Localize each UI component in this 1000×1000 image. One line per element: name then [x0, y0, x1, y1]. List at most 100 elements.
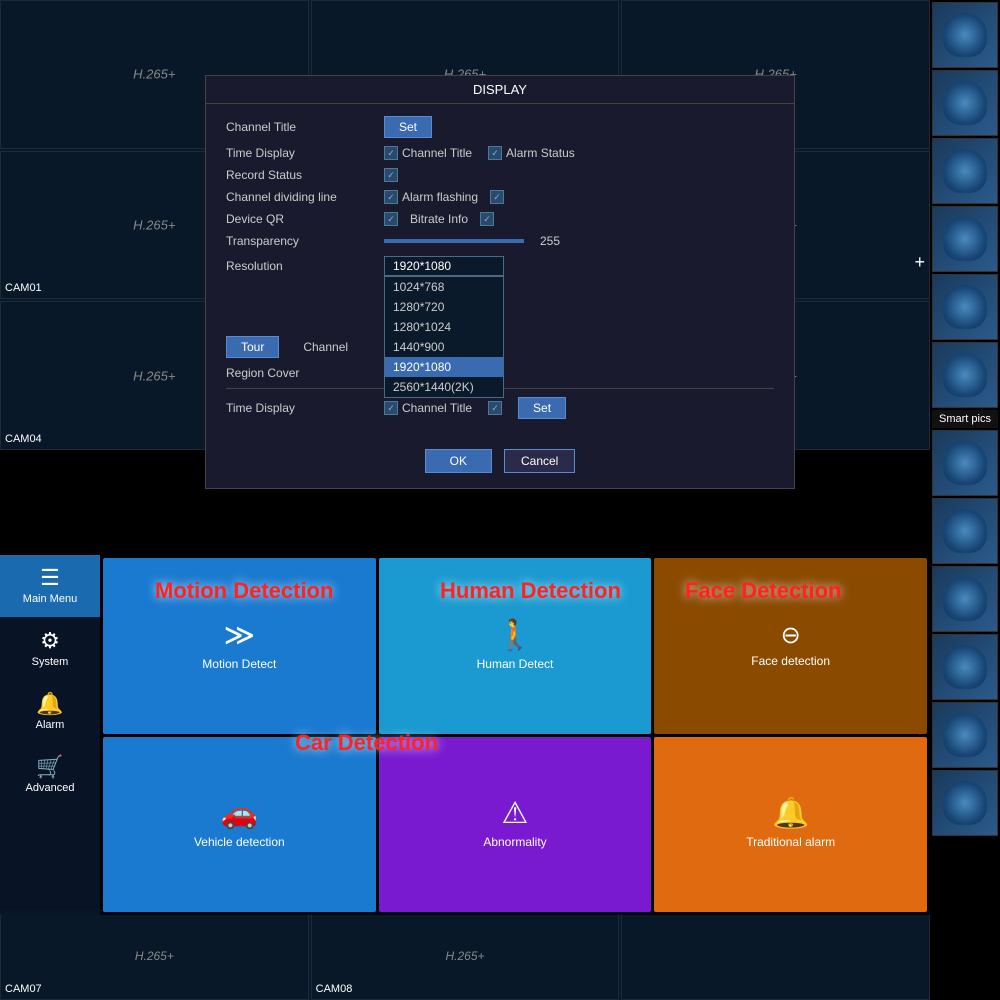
- vehicle-detection-icon: 🚗: [221, 799, 258, 829]
- cam-cell-bottom-1: CAM07 H.265+: [0, 911, 309, 1000]
- face-detection-label: Face detection: [751, 654, 830, 668]
- codec-label: H.265+: [133, 67, 175, 82]
- thumb-5[interactable]: [932, 274, 998, 340]
- region-cover-label: Region Cover: [226, 366, 376, 380]
- time-display2-checkbox[interactable]: ✓ Channel Title: [384, 401, 472, 415]
- record-status-checkbox[interactable]: ✓: [384, 168, 398, 182]
- transparency-label: Transparency: [226, 234, 376, 248]
- display-dialog: DISPLAY Channel Title Set Time Display ✓…: [205, 75, 795, 489]
- channel-title-set-button[interactable]: Set: [384, 116, 432, 138]
- codec-label: H.265+: [133, 217, 175, 232]
- channel-title-checkbox[interactable]: ✓ Channel Title: [384, 146, 472, 160]
- human-detect-cell[interactable]: 🚶 Human Detect: [379, 558, 652, 734]
- dialog-title: DISPLAY: [206, 76, 794, 104]
- thumb-3[interactable]: [932, 138, 998, 204]
- device-qr-label: Device QR: [226, 212, 376, 226]
- sidebar-item-alarm[interactable]: 🔔 Alarm: [0, 681, 100, 743]
- time-display-label: Time Display: [226, 146, 376, 160]
- codec-label-b1: H.265+: [135, 949, 174, 963]
- sidebar-item-main-menu[interactable]: ☰ Main Menu: [0, 555, 100, 617]
- cancel-button[interactable]: Cancel: [504, 449, 575, 473]
- vehicle-detection-cell[interactable]: 🚗 Vehicle detection: [103, 737, 376, 913]
- menu-overlay: ☰ Main Menu ⚙ System 🔔 Alarm 🛒 Advanced …: [0, 555, 930, 915]
- sidebar-item-label-advanced: Advanced: [26, 782, 75, 794]
- motion-detect-icon: ≫: [224, 621, 255, 651]
- sidebar-item-advanced[interactable]: 🛒 Advanced: [0, 744, 100, 806]
- res-option-5[interactable]: 1920*1080: [385, 357, 503, 377]
- cam-cell-bottom-3: [621, 911, 930, 1000]
- thumb-11[interactable]: [932, 702, 998, 768]
- thumb-1[interactable]: [932, 2, 998, 68]
- channel-title-cb-label: Channel Title: [402, 146, 472, 160]
- record-status-label: Record Status: [226, 168, 376, 182]
- thumb-9[interactable]: [932, 566, 998, 632]
- thumb-4[interactable]: [932, 206, 998, 272]
- codec-label-b2: H.265+: [445, 949, 484, 963]
- thumb-8[interactable]: [932, 498, 998, 564]
- sidebar-item-system[interactable]: ⚙ System: [0, 618, 100, 680]
- abnormality-label: Abnormality: [483, 835, 546, 849]
- sidebar-item-label-system: System: [32, 656, 69, 668]
- sidebar-item-label-alarm: Alarm: [36, 719, 65, 731]
- transparency-value: 255: [540, 234, 560, 248]
- thumb-6[interactable]: [932, 342, 998, 408]
- channel-title-cb2-label: Channel Title: [402, 401, 472, 415]
- human-detect-icon: 🚶: [496, 621, 533, 651]
- main-menu-icon: ☰: [40, 567, 60, 589]
- transparency-slider[interactable]: [384, 239, 524, 243]
- time-display2-label: Time Display: [226, 401, 376, 415]
- thumbnail-strip: Smart pics: [930, 0, 1000, 1000]
- system-icon: ⚙: [40, 630, 60, 652]
- alarm-status-cb-label: Alarm Status: [506, 146, 575, 160]
- res-option-4[interactable]: 1440*900: [385, 337, 503, 357]
- time-display2-set-button[interactable]: Set: [518, 397, 566, 419]
- device-qr-checkbox[interactable]: ✓: [384, 212, 398, 226]
- face-detection-cell[interactable]: ⊖ Face detection: [654, 558, 927, 734]
- resolution-display[interactable]: 1920*1080: [384, 256, 504, 276]
- add-view-top-button[interactable]: +: [914, 252, 925, 273]
- sidebar-menu: ☰ Main Menu ⚙ System 🔔 Alarm 🛒 Advanced: [0, 555, 100, 915]
- alarm-status-checkbox[interactable]: ✓ Alarm Status: [488, 146, 575, 160]
- bitrate-info-checkbox[interactable]: ✓: [480, 212, 494, 226]
- advanced-icon: 🛒: [36, 756, 63, 778]
- res-option-1[interactable]: 1024*768: [385, 277, 503, 297]
- cam-id-bottom-2: CAM08: [316, 983, 353, 995]
- traditional-alarm-cell[interactable]: 🔔 Traditional alarm: [654, 737, 927, 913]
- time-display2-cb2[interactable]: ✓: [488, 401, 502, 415]
- alarm-flashing-checkbox[interactable]: ✓ Alarm flashing: [384, 190, 478, 204]
- tour-button[interactable]: Tour: [226, 336, 279, 358]
- resolution-dropdown[interactable]: 1024*768 1280*720 1280*1024 1440*900 192…: [384, 276, 504, 398]
- smart-pics-label: Smart pics: [932, 410, 998, 428]
- motion-detect-label: Motion Detect: [202, 657, 276, 671]
- res-option-3[interactable]: 1280*1024: [385, 317, 503, 337]
- resolution-label: Resolution: [226, 259, 376, 273]
- bitrate-info-cb-label: Bitrate Info: [410, 212, 468, 226]
- traditional-alarm-label: Traditional alarm: [746, 835, 835, 849]
- codec-label: H.265+: [133, 368, 175, 383]
- res-option-6[interactable]: 2560*1440(2K): [385, 377, 503, 397]
- abnormality-cell[interactable]: ⚠ Abnormality: [379, 737, 652, 913]
- motion-detect-cell[interactable]: ≫ Motion Detect: [103, 558, 376, 734]
- thumb-2[interactable]: [932, 70, 998, 136]
- vehicle-detection-label: Vehicle detection: [194, 835, 285, 849]
- thumb-7[interactable]: [932, 430, 998, 496]
- traditional-alarm-icon: 🔔: [772, 799, 809, 829]
- cam-id: CAM04: [5, 433, 42, 445]
- ok-button[interactable]: OK: [425, 449, 492, 473]
- human-detect-label: Human Detect: [477, 657, 554, 671]
- alarm-flashing-cb-label: Alarm flashing: [402, 190, 478, 204]
- cam-id: CAM01: [5, 282, 42, 294]
- abnormality-icon: ⚠: [502, 799, 529, 829]
- alarm-flashing-cb2[interactable]: ✓: [490, 190, 504, 204]
- sidebar-item-label-main-menu: Main Menu: [23, 593, 77, 605]
- cam-id-bottom-1: CAM07: [5, 983, 42, 995]
- detection-grid: ≫ Motion Detect 🚶 Human Detect ⊖ Face de…: [100, 555, 930, 915]
- thumb-10[interactable]: [932, 634, 998, 700]
- res-option-2[interactable]: 1280*720: [385, 297, 503, 317]
- alarm-icon: 🔔: [36, 693, 63, 715]
- cam-cell-bottom-2: CAM08 H.265+: [311, 911, 620, 1000]
- resolution-select[interactable]: 1920*1080 1024*768 1280*720 1280*1024 14…: [384, 256, 504, 276]
- face-detection-icon: ⊖: [781, 624, 801, 648]
- thumb-12[interactable]: [932, 770, 998, 836]
- channel-dividing-line-label: Channel dividing line: [226, 190, 376, 204]
